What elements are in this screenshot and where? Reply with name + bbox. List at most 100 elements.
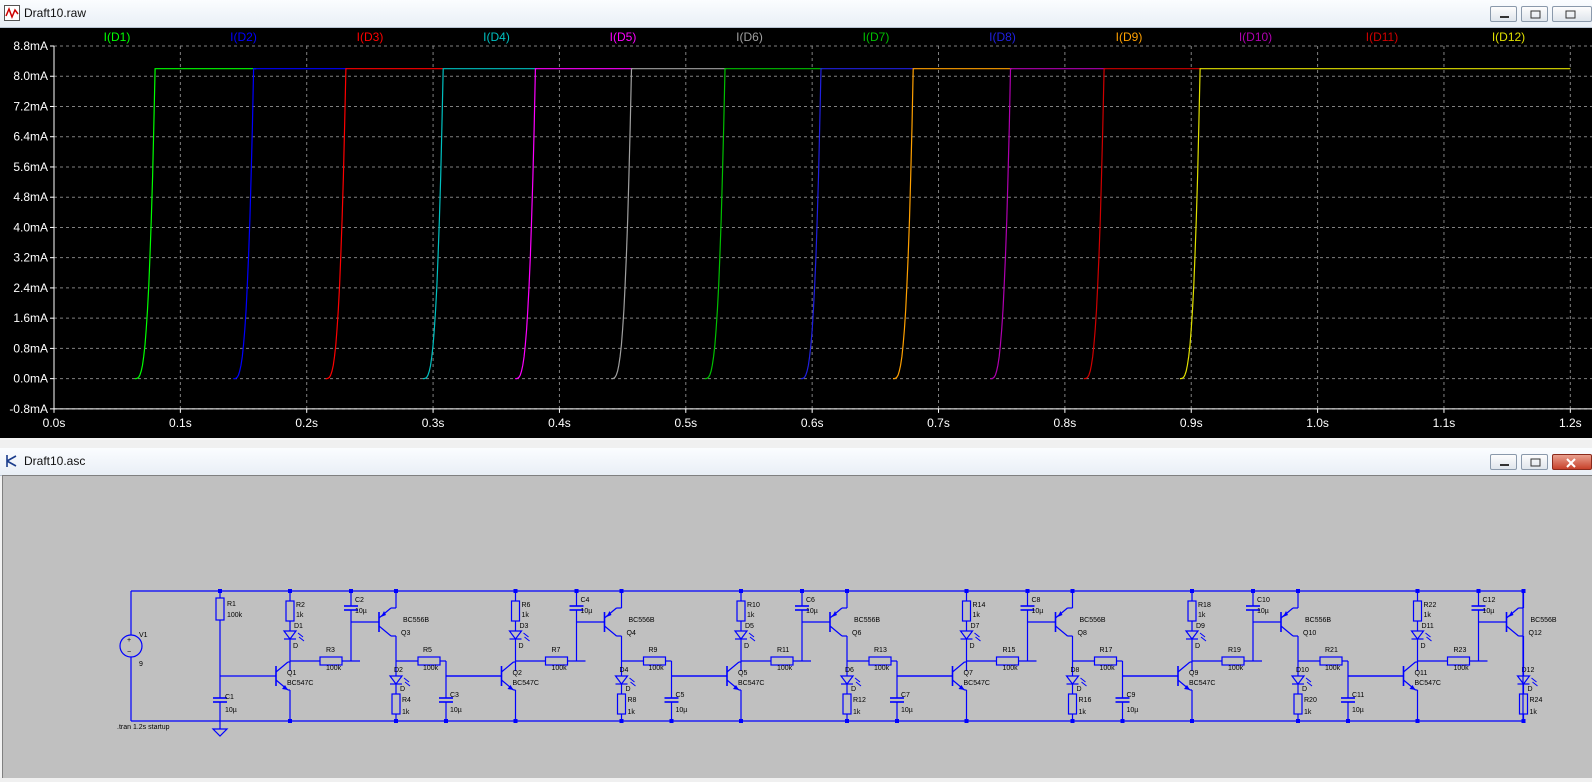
coupling-resistor[interactable] <box>1093 656 1118 666</box>
led-resistor[interactable] <box>736 600 746 622</box>
led-indicator[interactable] <box>1410 630 1432 642</box>
pnp-transistor[interactable] <box>378 607 392 637</box>
source-name: V1 <box>139 632 148 639</box>
base-resistor[interactable] <box>770 656 794 666</box>
led-indicator[interactable] <box>1184 630 1207 642</box>
schematic-canvas[interactable]: + − V1 9 .tran 1.2s startup R1 100k R2 1k D1 D Q1 BC… <box>2 475 1592 778</box>
pnp-transistor[interactable] <box>1280 607 1294 637</box>
coupling-resistor[interactable] <box>868 656 892 666</box>
pnp-transistor[interactable] <box>603 607 617 637</box>
legend-entry[interactable]: I(D8) <box>989 30 1016 44</box>
base-resistor[interactable] <box>544 656 569 666</box>
output-led[interactable] <box>614 675 636 687</box>
resistor-value: 100k <box>552 665 568 672</box>
junction <box>1070 719 1075 723</box>
minimize-button[interactable] <box>1490 454 1517 470</box>
base-resistor[interactable] <box>1221 656 1245 666</box>
coupling-resistor[interactable] <box>1319 656 1343 666</box>
capacitor-value: 10µ <box>1352 707 1364 714</box>
legend-entry[interactable]: I(D1) <box>104 30 131 44</box>
waveform-titlebar[interactable]: Draft10.raw <box>0 0 1592 28</box>
diode-label: D <box>1421 643 1426 650</box>
grid-lines <box>54 45 1592 410</box>
junction <box>288 719 292 723</box>
output-led[interactable] <box>1516 675 1538 687</box>
resistor-name: R6 <box>522 602 531 609</box>
legend-entry[interactable]: I(D4) <box>483 30 510 44</box>
series-line <box>423 68 537 380</box>
output-led[interactable] <box>839 675 862 687</box>
led-resistor[interactable] <box>961 600 972 622</box>
base-resistor[interactable] <box>1446 656 1471 666</box>
legend-entry[interactable]: I(D3) <box>357 30 384 44</box>
output-resistor[interactable] <box>1293 693 1303 715</box>
junction <box>1346 719 1350 723</box>
series-line <box>800 68 915 380</box>
close-button[interactable] <box>1552 454 1592 470</box>
output-led[interactable] <box>1065 675 1087 687</box>
diode-triangle <box>1290 675 1306 685</box>
diode-triangle <box>839 675 855 685</box>
diode-triangle <box>1184 630 1200 640</box>
transistor-model: BC547C <box>513 680 539 687</box>
resistor-value: 100k <box>1454 665 1470 672</box>
output-led[interactable] <box>1290 675 1313 687</box>
restore-button[interactable] <box>1552 6 1592 22</box>
coupling-resistor[interactable] <box>642 656 667 666</box>
waveform-chart[interactable]: -0.8mA 0.0mA 0.8mA 1.6mA 2.4mA 3.2mA 4.0mA 4.8m… <box>0 28 1592 438</box>
legend-entry[interactable]: I(D10) <box>1239 30 1272 44</box>
minimize-button[interactable] <box>1490 6 1517 22</box>
series-line <box>611 68 727 380</box>
schematic-drawing[interactable]: + − V1 9 .tran 1.2s startup R1 100k R2 1k D1 D Q1 BC… <box>3 476 1592 778</box>
output-led[interactable] <box>388 675 411 687</box>
legend-entry[interactable]: I(D6) <box>736 30 763 44</box>
output-resistor[interactable] <box>842 693 852 715</box>
legend-entry[interactable]: I(D11) <box>1366 30 1398 44</box>
pnp-transistor[interactable] <box>1505 607 1519 637</box>
timing-resistor[interactable] <box>215 597 225 621</box>
led-arrow <box>298 636 305 642</box>
legend-entry[interactable]: I(D12) <box>1492 30 1525 44</box>
diode-triangle <box>1410 630 1425 640</box>
pnp-transistor[interactable] <box>829 607 843 637</box>
led-indicator[interactable] <box>733 630 756 642</box>
led-resistor[interactable] <box>285 600 295 622</box>
led-resistor[interactable] <box>1412 600 1423 622</box>
output-resistor[interactable] <box>391 693 401 715</box>
led-indicator[interactable] <box>508 630 530 642</box>
coupling-resistor[interactable] <box>417 656 441 666</box>
transistor-lead <box>604 625 617 637</box>
diode-label: D <box>1302 686 1307 693</box>
y-tick-label: 4.0mA <box>13 220 48 234</box>
transistor-model: BC556B <box>1080 617 1106 624</box>
base-resistor[interactable] <box>319 656 343 666</box>
led-arrow <box>1080 677 1086 683</box>
resistor-name: R8 <box>628 697 637 704</box>
junction <box>444 719 448 723</box>
y-tick-label: 7.2mA <box>13 99 48 113</box>
led-indicator[interactable] <box>282 630 305 642</box>
resistor-value: 1k <box>1198 612 1206 619</box>
ground-icon <box>211 728 229 737</box>
led-resistor[interactable] <box>510 600 521 622</box>
output-resistor[interactable] <box>1067 693 1078 715</box>
led-arrow <box>1200 636 1207 642</box>
capacitor-value: 10µ <box>355 608 367 615</box>
legend-entry[interactable]: I(D5) <box>610 30 637 44</box>
waveform-plot-pane[interactable]: -0.8mA 0.0mA 0.8mA 1.6mA 2.4mA 3.2mA 4.0mA 4.8m… <box>0 28 1592 438</box>
pnp-transistor[interactable] <box>1054 607 1068 637</box>
maximize-button[interactable] <box>1521 6 1548 22</box>
waveform-window: Draft10.raw -0.8mA 0.0mA 0.8mA 1.6mA 2.4mA 3.… <box>0 0 1592 440</box>
led-indicator[interactable] <box>959 630 981 642</box>
base-resistor[interactable] <box>995 656 1020 666</box>
schematic-titlebar[interactable]: Draft10.asc <box>0 448 1592 476</box>
maximize-button[interactable] <box>1521 454 1548 470</box>
capacitor-name: C9 <box>1127 692 1136 699</box>
legend-entry[interactable]: I(D7) <box>863 30 890 44</box>
output-resistor[interactable] <box>616 693 627 715</box>
legend-entry[interactable]: I(D2) <box>230 30 257 44</box>
led-arrow <box>630 681 636 687</box>
led-resistor[interactable] <box>1187 600 1197 622</box>
transistor-name: Q8 <box>1078 630 1087 637</box>
legend-entry[interactable]: I(D9) <box>1116 30 1143 44</box>
